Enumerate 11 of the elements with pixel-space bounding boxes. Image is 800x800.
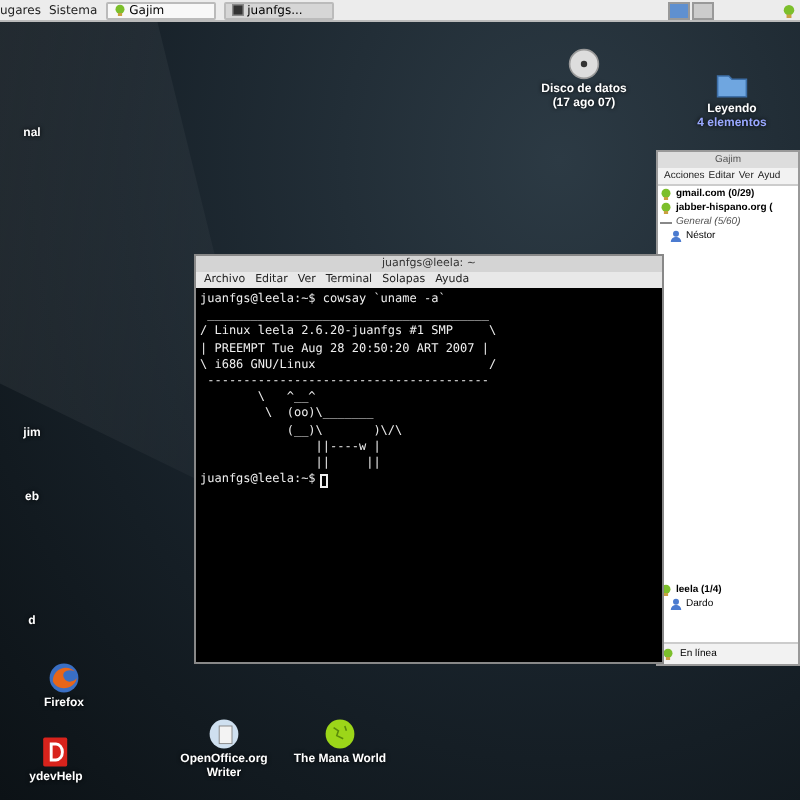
person-icon [670, 598, 682, 610]
person-icon [670, 230, 682, 242]
globe-icon[interactable] [324, 718, 356, 750]
disc-icon[interactable] [568, 48, 600, 80]
book-icon[interactable] [40, 736, 72, 768]
lightbulb-icon [113, 4, 126, 16]
globe-fox-icon[interactable] [48, 662, 80, 694]
document-icon[interactable] [208, 718, 240, 750]
cursor-icon [319, 473, 328, 488]
terminal-icon [231, 4, 244, 16]
workspace-button[interactable] [668, 1, 690, 19]
